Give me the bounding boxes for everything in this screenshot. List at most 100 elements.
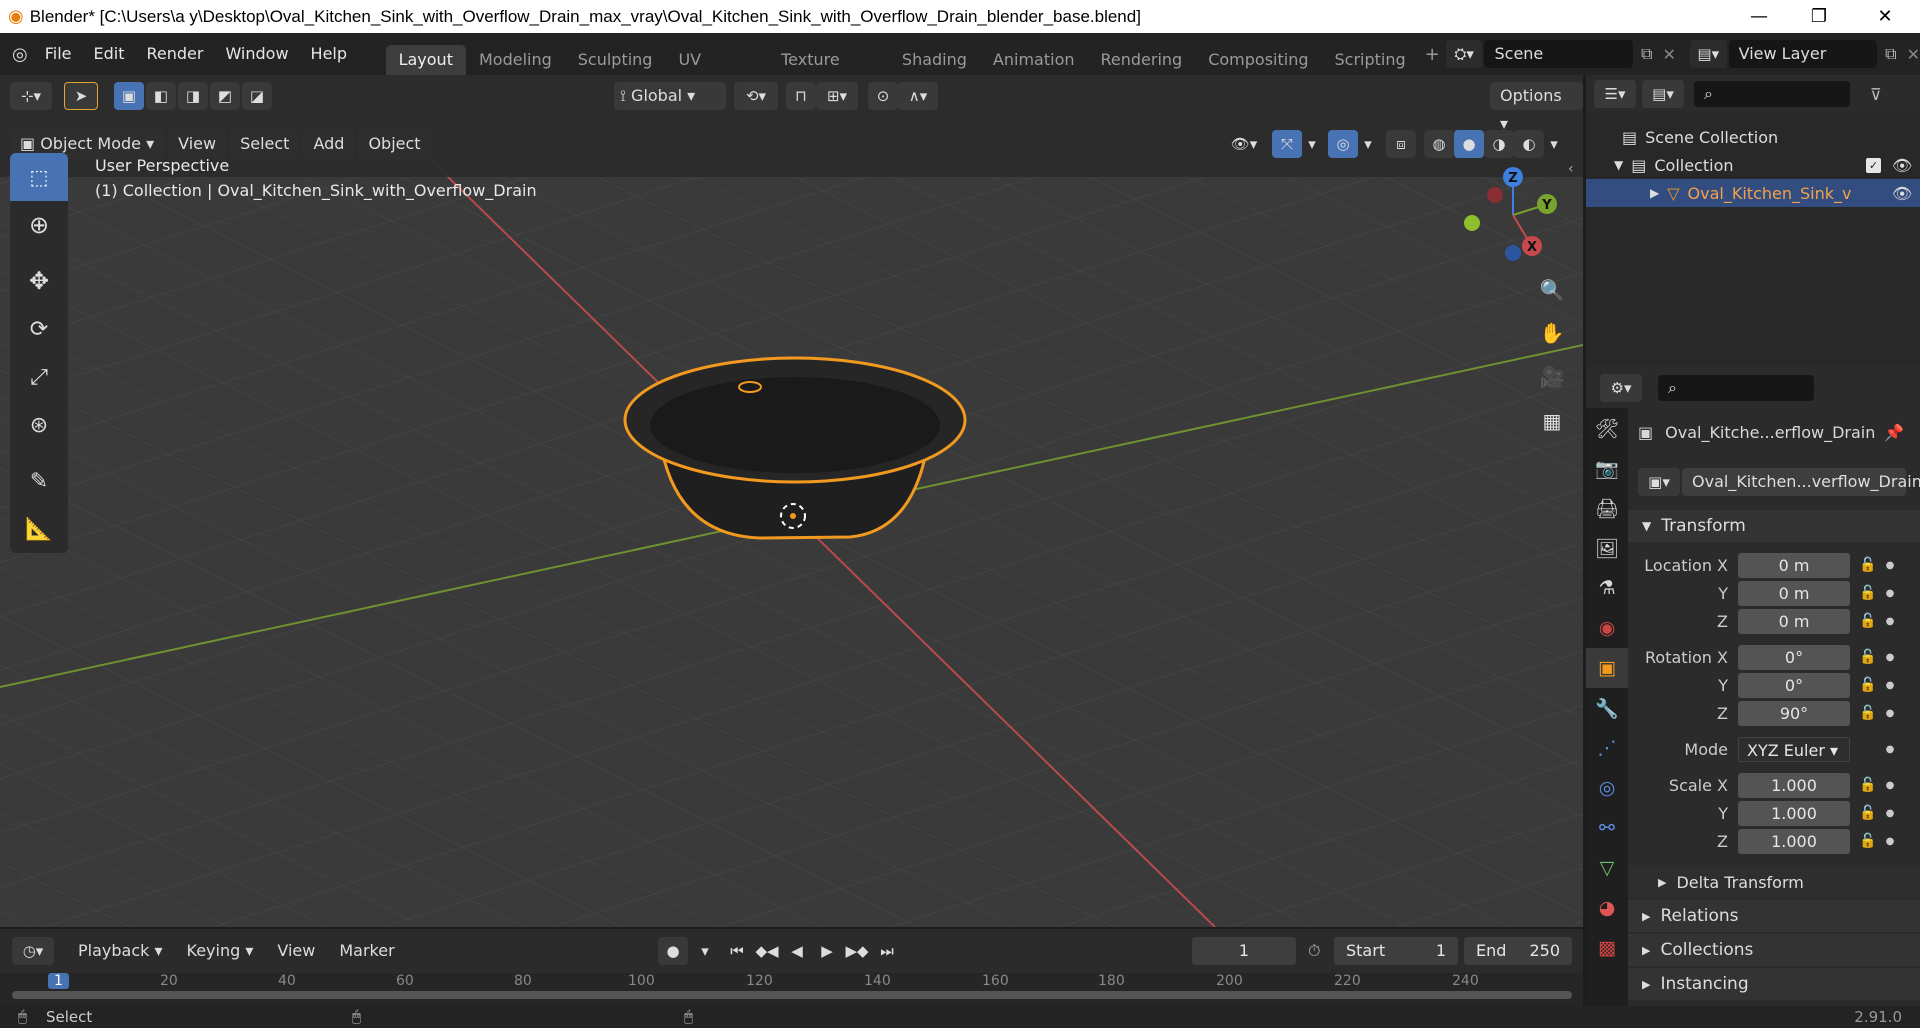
gizmo-toggle-icon[interactable]: ⤧ [1272, 130, 1302, 158]
filter-icon[interactable]: ⊽ [1870, 85, 1882, 104]
rotation-z-lock-icon[interactable]: 🔓 [1856, 705, 1880, 721]
view-layer-selector-icon[interactable]: ▤▾ [1689, 40, 1727, 68]
new-scene-icon[interactable]: ⧉ [1641, 44, 1652, 64]
tab-compositing[interactable]: Compositing [1195, 45, 1321, 75]
menu-view[interactable]: View [168, 129, 227, 159]
menu-file[interactable]: File [34, 33, 83, 75]
end-frame-field[interactable]: End 250 [1464, 937, 1572, 965]
navigation-gizmo[interactable]: Z Y X [1455, 155, 1575, 275]
play-icon[interactable]: ▶ [812, 937, 842, 965]
delta-transform-subpanel[interactable]: ▶ Delta Transform [1628, 866, 1920, 898]
xray-toggle-icon[interactable]: ⧈ [1386, 130, 1416, 158]
render-tab-icon[interactable]: 📷 [1586, 448, 1628, 488]
add-workspace-icon[interactable]: + [1425, 44, 1440, 65]
menu-timeline-view[interactable]: View [267, 936, 325, 966]
scale-tool[interactable]: ⤢ [10, 353, 68, 401]
location-z-lock-icon[interactable]: 🔓 [1856, 613, 1880, 629]
tab-scripting[interactable]: Scripting [1322, 45, 1419, 75]
play-reverse-icon[interactable]: ◀ [782, 937, 812, 965]
blender-menu-icon[interactable]: ◎ [12, 44, 28, 65]
location-x-lock-icon[interactable]: 🔓 [1856, 557, 1880, 573]
select-invert-mode-icon[interactable]: ◩ [210, 82, 240, 110]
start-frame-field[interactable]: Start 1 [1334, 937, 1458, 965]
stopwatch-icon[interactable]: ⏱ [1308, 941, 1320, 961]
location-x-field[interactable]: 0 m [1738, 552, 1850, 578]
rotation-x-field[interactable]: 0° [1738, 644, 1850, 670]
tab-rendering[interactable]: Rendering [1088, 45, 1196, 75]
rotation-mode-keyframe-icon[interactable]: ● [1880, 744, 1900, 755]
new-view-layer-icon[interactable]: ⧉ [1885, 44, 1896, 64]
cursor-tool[interactable]: ⊕ [10, 201, 68, 249]
scale-y-keyframe-icon[interactable]: ● [1880, 808, 1900, 819]
collection-expand-icon[interactable]: ▼ [1614, 158, 1623, 172]
scale-y-lock-icon[interactable]: 🔓 [1856, 805, 1880, 821]
rotation-y-lock-icon[interactable]: 🔓 [1856, 677, 1880, 693]
location-y-keyframe-icon[interactable]: ● [1880, 588, 1900, 599]
menu-object[interactable]: Object [358, 129, 431, 159]
outliner-search-input[interactable]: ⌕ [1694, 81, 1850, 107]
rotation-y-field[interactable]: 0° [1738, 672, 1850, 698]
tab-animation[interactable]: Animation [980, 45, 1088, 75]
tab-uv-editing[interactable]: UV Editing [665, 45, 768, 99]
tab-sculpting[interactable]: Sculpting [565, 45, 666, 75]
delete-view-layer-icon[interactable]: ✕ [1907, 45, 1920, 64]
object-browse-icon[interactable]: ▣▾ [1638, 468, 1680, 496]
menu-add[interactable]: Add [303, 129, 355, 159]
rotation-z-keyframe-icon[interactable]: ● [1880, 708, 1900, 719]
scene-selector-icon[interactable]: ⛭▾ [1445, 40, 1483, 68]
keying-set-icon[interactable]: ▾ [690, 937, 720, 965]
properties-search-input[interactable]: ⌕ [1658, 375, 1814, 401]
data-tab-icon[interactable]: ▽ [1586, 848, 1628, 888]
timeline-editor-type-icon[interactable]: ◷▾ [12, 937, 54, 965]
current-frame-field[interactable]: 1 [1192, 937, 1296, 965]
menu-playback[interactable]: Playback ▾ [68, 936, 173, 966]
outliner-collection[interactable]: ▼ ▤ Collection ✓ 👁 [1586, 151, 1920, 179]
camera-view-icon[interactable]: 🎥 [1534, 359, 1570, 395]
exclude-checkbox[interactable]: ✓ [1866, 157, 1881, 173]
menu-render[interactable]: Render [135, 33, 214, 75]
object-tab-icon[interactable]: ▣ [1586, 648, 1628, 688]
rotation-mode-dropdown[interactable]: XYZ Euler ▾ [1738, 736, 1850, 762]
tab-modeling[interactable]: Modeling [466, 45, 565, 75]
display-mode-icon[interactable]: ▤▾ [1642, 80, 1684, 108]
rotation-x-keyframe-icon[interactable]: ● [1880, 652, 1900, 663]
annotate-tool[interactable]: ✎ [10, 457, 68, 505]
menu-window[interactable]: Window [214, 33, 299, 75]
zoom-icon[interactable]: 🔍 [1534, 272, 1570, 308]
sidebar-toggle-icon[interactable]: ‹ [1568, 161, 1574, 177]
pan-hand-icon[interactable]: ✋ [1534, 315, 1570, 351]
scale-z-lock-icon[interactable]: 🔓 [1856, 833, 1880, 849]
rotation-y-keyframe-icon[interactable]: ● [1880, 680, 1900, 691]
world-tab-icon[interactable]: ◉ [1586, 608, 1628, 648]
rotate-tool[interactable]: ⟳ [10, 305, 68, 353]
next-keyframe-icon[interactable]: ▶◆ [842, 937, 872, 965]
editor-type-icon[interactable]: ⊹▾ [10, 82, 52, 110]
solid-shading-icon[interactable]: ● [1454, 130, 1484, 158]
pivot-point-icon[interactable]: ⟲▾ [734, 82, 778, 110]
instancing-panel-header[interactable]: ▶ Instancing [1628, 968, 1920, 1000]
proportional-edit-icon[interactable]: ⊙ [868, 82, 898, 110]
relations-panel-header[interactable]: ▶ Relations [1628, 900, 1920, 932]
prev-keyframe-icon[interactable]: ◆◀ [752, 937, 782, 965]
location-z-keyframe-icon[interactable]: ● [1880, 616, 1900, 627]
location-z-field[interactable]: 0 m [1738, 608, 1850, 634]
rotation-z-field[interactable]: 90° [1738, 700, 1850, 726]
object-visibility-eye-icon[interactable]: 👁 [1892, 184, 1912, 203]
menu-help[interactable]: Help [300, 33, 358, 75]
shading-options-icon[interactable]: ▾ [1544, 130, 1564, 158]
overlays-dropdown-icon[interactable]: ▾ [1358, 130, 1378, 158]
tab-layout[interactable]: Layout [385, 45, 466, 75]
material-shading-icon[interactable]: ◑ [1484, 130, 1514, 158]
timeline-scrollbar[interactable] [12, 991, 1572, 999]
select-box-mode-icon[interactable]: ▣ [114, 82, 144, 110]
select-intersect-mode-icon[interactable]: ◪ [242, 82, 272, 110]
scale-x-lock-icon[interactable]: 🔓 [1856, 777, 1880, 793]
menu-select[interactable]: Select [230, 129, 300, 159]
move-tool[interactable]: ✥ [10, 257, 68, 305]
object-datablock-field[interactable]: Oval_Kitchen...verflow_Drain [1682, 468, 1920, 496]
proportional-falloff-icon[interactable]: ∧▾ [898, 82, 938, 110]
measure-tool[interactable]: 📐 [10, 505, 68, 553]
perspective-toggle-icon[interactable]: ▦ [1534, 403, 1570, 439]
select-extend-mode-icon[interactable]: ◧ [146, 82, 176, 110]
material-tab-icon[interactable]: ◕ [1586, 888, 1628, 928]
